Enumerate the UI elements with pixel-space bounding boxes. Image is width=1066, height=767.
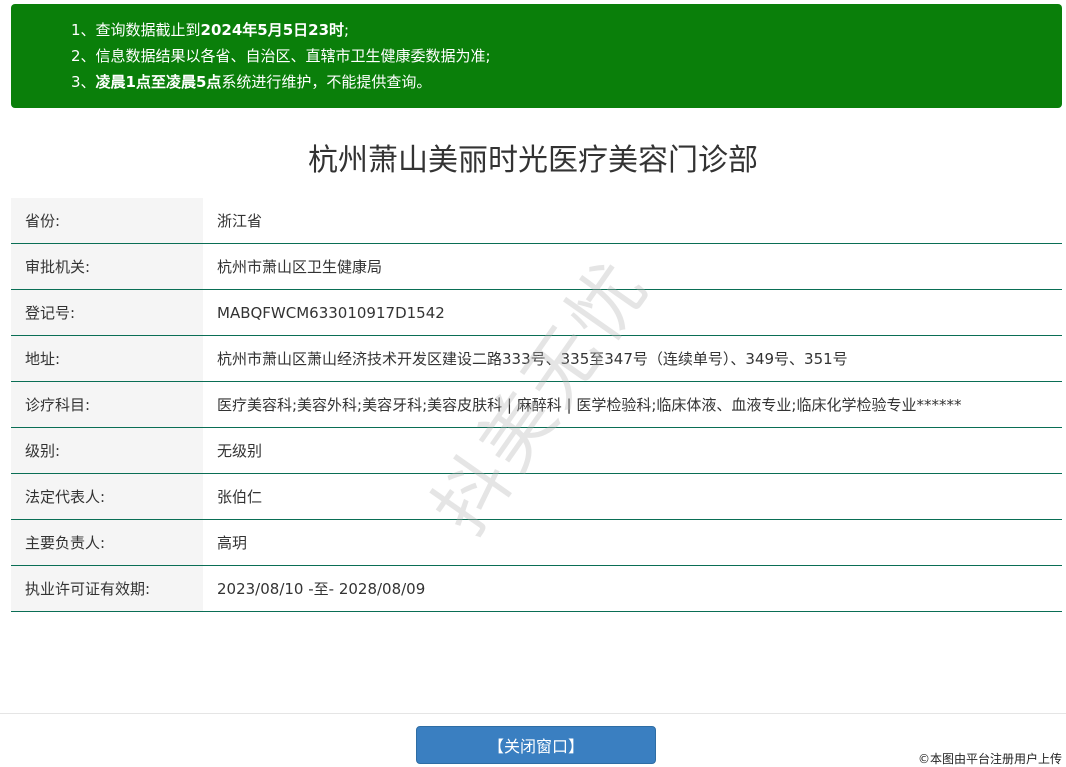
row-label: 地址: [11,335,203,382]
row-value: 高玥 [203,519,1062,566]
table-row: 审批机关: 杭州市萧山区卫生健康局 [11,243,1062,290]
table-row: 省份: 浙江省 [11,198,1062,244]
row-label: 登记号: [11,289,203,336]
notice-banner: 1、查询数据截止到2024年5月5日23时; 2、信息数据结果以各省、自治区、直… [11,4,1062,108]
row-label: 省份: [11,198,203,244]
row-value: 杭州市萧山区萧山经济技术开发区建设二路333号、335至347号（连续单号）、3… [203,335,1062,382]
close-window-button[interactable]: 【关闭窗口】 [416,726,656,764]
notice-line-1: 1、查询数据截止到2024年5月5日23时; [71,21,350,39]
table-row: 级别: 无级别 [11,427,1062,474]
info-table: 省份: 浙江省 审批机关: 杭州市萧山区卫生健康局 登记号: MABQFWCM6… [11,198,1062,612]
row-value: 无级别 [203,427,1062,474]
notice-line-2: 2、信息数据结果以各省、自治区、直辖市卫生健康委数据为准; [71,47,491,65]
table-row: 主要负责人: 高玥 [11,519,1062,566]
row-value: 张伯仁 [203,473,1062,520]
row-value: MABQFWCM633010917D1542 [203,289,1062,336]
row-label: 执业许可证有效期: [11,565,203,612]
table-row: 法定代表人: 张伯仁 [11,473,1062,520]
page-title: 杭州萧山美丽时光医疗美容门诊部 [308,143,758,178]
copyright-notice: ©本图由平台注册用户上传 [917,752,1062,766]
table-row: 执业许可证有效期: 2023/08/10 -至- 2028/08/09 [11,565,1062,612]
row-label: 诊疗科目: [11,381,203,428]
table-row: 地址: 杭州市萧山区萧山经济技术开发区建设二路333号、335至347号（连续单… [11,335,1062,382]
divider [0,713,1066,714]
table-row: 诊疗科目: 医疗美容科;美容外科;美容牙科;美容皮肤科 | 麻醉科 | 医学检验… [11,381,1062,428]
table-row: 登记号: MABQFWCM633010917D1542 [11,289,1062,336]
row-label: 审批机关: [11,243,203,290]
row-label: 级别: [11,427,203,474]
row-label: 主要负责人: [11,519,203,566]
row-value: 浙江省 [203,198,1062,244]
notice-line-3: 3、凌晨1点至凌晨5点系统进行维护，不能提供查询。 [71,73,432,91]
row-value: 2023/08/10 -至- 2028/08/09 [203,565,1062,612]
row-value: 医疗美容科;美容外科;美容牙科;美容皮肤科 | 麻醉科 | 医学检验科;临床体液… [203,381,1062,428]
row-label: 法定代表人: [11,473,203,520]
row-value: 杭州市萧山区卫生健康局 [203,243,1062,290]
